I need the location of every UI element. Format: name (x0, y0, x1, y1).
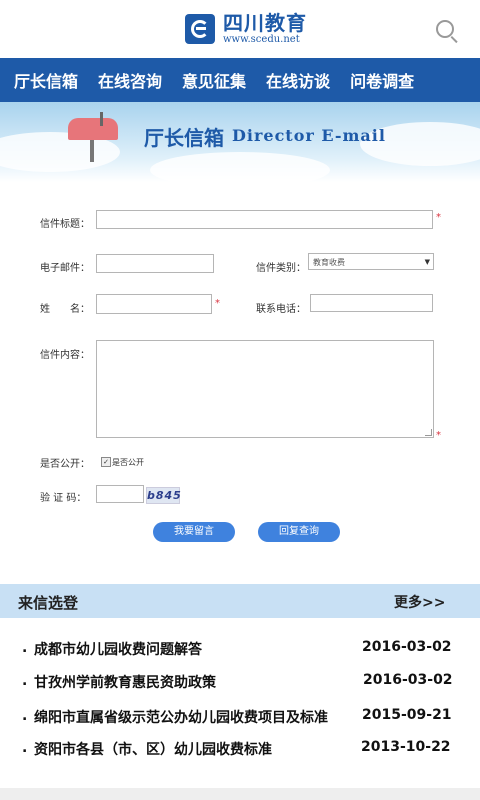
logo-text: 四川教育 www.scedu.net (223, 12, 307, 46)
logo-icon (185, 14, 215, 44)
list-item[interactable]: . 成都市幼儿园收费问题解答 2016-03-02 (0, 637, 480, 661)
subject-input[interactable] (96, 210, 433, 229)
email-label: 电子邮件： (40, 263, 90, 274)
chevron-down-icon: ▼ (424, 258, 430, 266)
public-checkbox[interactable]: ✓ (101, 457, 111, 467)
nav-item-opinion[interactable]: 意见征集 (182, 68, 246, 92)
banner-subtitle: Director E-mail (232, 126, 386, 145)
letters-section-header: 来信选登 更多>> (0, 584, 480, 618)
list-item-date: 2013-10-22 (361, 739, 451, 755)
list-item[interactable]: . 绵阳市直属省级示范公办幼儿园收费项目及标准 2015-09-21 (0, 705, 480, 729)
list-item-title[interactable]: 甘孜州学前教育惠民资助政策 (34, 672, 216, 692)
list-item-title[interactable]: 成都市幼儿园收费问题解答 (34, 639, 202, 659)
mailbox-flag (100, 112, 103, 126)
mailbox-post (90, 140, 94, 162)
category-label: 信件类别： (256, 263, 306, 274)
cloud-decoration (150, 152, 330, 182)
captcha-input[interactable] (96, 485, 144, 503)
required-mark: * (215, 298, 220, 309)
list-item-title[interactable]: 资阳市各县（市、区）幼儿园收费标准 (34, 739, 272, 759)
logo-title: 四川教育 (223, 11, 307, 35)
submit-message-button[interactable]: 我要留言 (153, 522, 235, 542)
content-textarea[interactable] (96, 340, 434, 438)
captcha-image[interactable]: b845 (146, 487, 181, 504)
required-mark: * (436, 430, 441, 441)
nav-item-interview[interactable]: 在线访谈 (266, 68, 330, 92)
bullet: . (22, 708, 28, 724)
section-title: 来信选登 (18, 594, 79, 612)
footer-bar (0, 788, 480, 800)
list-item[interactable]: . 资阳市各县（市、区）幼儿园收费标准 2013-10-22 (0, 737, 480, 761)
nav-item-director-mail[interactable]: 厅长信箱 (14, 68, 78, 92)
name-label: 姓 名： (40, 304, 90, 315)
list-item-title[interactable]: 绵阳市直属省级示范公办幼儿园收费项目及标准 (34, 707, 328, 727)
bullet: . (22, 640, 28, 656)
public-label: 是否公开： (40, 459, 90, 470)
header: 四川教育 www.scedu.net (0, 0, 480, 58)
content-label: 信件内容： (40, 350, 90, 361)
nav-item-survey[interactable]: 问卷调查 (350, 68, 414, 92)
site-logo[interactable]: 四川教育 www.scedu.net (185, 12, 307, 46)
list-item-date: 2015-09-21 (362, 707, 452, 723)
bullet: . (22, 673, 28, 689)
banner-title: 厅长信箱 (144, 126, 224, 150)
category-select-value: 教育收费 (313, 258, 345, 267)
subject-label: 信件标题： (40, 219, 90, 230)
phone-field[interactable] (310, 294, 433, 312)
more-link[interactable]: 更多>> (394, 592, 445, 612)
phone-label: 联系电话： (256, 304, 306, 315)
reply-query-button[interactable]: 回复查询 (258, 522, 340, 542)
main-nav: 厅长信箱 在线咨询 意见征集 在线访谈 问卷调查 (0, 58, 480, 102)
page-banner: 厅长信箱 Director E-mail (0, 102, 480, 182)
search-icon[interactable] (436, 20, 454, 38)
list-item-date: 2016-03-02 (363, 672, 453, 688)
list-item[interactable]: . 甘孜州学前教育惠民资助政策 2016-03-02 (0, 670, 480, 694)
logo-url: www.scedu.net (223, 34, 300, 45)
resize-handle[interactable] (425, 429, 432, 436)
name-field[interactable] (96, 294, 212, 314)
mailbox-icon (68, 118, 118, 140)
category-select[interactable]: 教育收费 ▼ (308, 253, 434, 270)
nav-item-online-consult[interactable]: 在线咨询 (98, 68, 162, 92)
email-field[interactable] (96, 254, 214, 273)
list-item-date: 2016-03-02 (362, 639, 452, 655)
public-checkbox-label: 是否公开 (112, 458, 144, 467)
required-mark: * (436, 212, 441, 223)
bullet: . (22, 740, 28, 756)
captcha-label: 验 证 码： (40, 493, 87, 504)
